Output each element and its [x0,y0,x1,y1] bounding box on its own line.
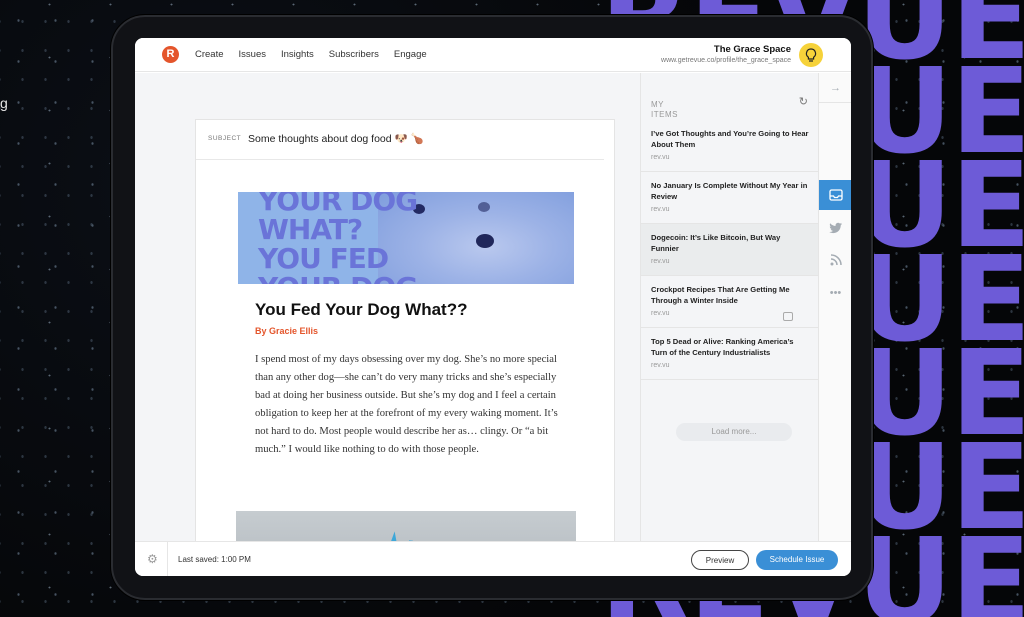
subject-row[interactable]: SUBJECT Some thoughts about dog food 🐶 🍗 [196,120,604,160]
list-item[interactable]: Dogecoin: It’s Like Bitcoin, But Way Fun… [641,224,819,276]
stage: REVUE REVUE REVUE REVUE REVUE REVUE REVU… [0,0,1024,617]
item-title: I’ve Got Thoughts and You’re Going to He… [651,129,809,149]
item-title: Crockpot Recipes That Are Getting Me Thr… [651,285,790,305]
item-title: Top 5 Dead or Alive: Ranking America’s T… [651,337,794,357]
lightbulb-icon[interactable] [799,43,823,67]
list-item[interactable]: Crockpot Recipes That Are Getting Me Thr… [641,276,819,328]
gear-icon[interactable]: ⚙ [147,552,158,566]
article-byline[interactable]: By Gracie Ellis [255,326,318,336]
nav-engage[interactable]: Engage [394,38,427,72]
item-source: rev.vu [651,362,670,369]
hero-line: YOU FED [258,242,389,275]
item-title: No January Is Complete Without My Year i… [651,181,808,201]
subject-label: SUBJECT [208,135,242,142]
edge-text-fragment: g [0,95,8,111]
bottom-bar: ⚙ Last saved: 1:00 PM Preview Schedule I… [135,541,851,576]
list-item[interactable]: Top 5 Dead or Alive: Ranking America’s T… [641,328,819,380]
hero-line: YOUR DOG [258,273,418,284]
nav-insights[interactable]: Insights [281,38,314,72]
my-items-heading: MY ITEMS [651,100,678,119]
article-body[interactable]: I spend most of my days obsessing over m… [255,351,567,459]
revue-logo[interactable]: R [162,46,179,63]
schedule-issue-button[interactable]: Schedule Issue [756,550,838,570]
hero-line: YOUR DOG [258,192,418,217]
load-more-button[interactable]: Load more... [676,423,792,441]
inbox-icon[interactable] [819,180,851,210]
dog-nose [476,234,494,248]
hero-line: WHAT? [258,213,363,246]
hero-image[interactable]: YOUR DOG WHAT? YOU FED YOUR DOG [238,192,574,284]
preview-button[interactable]: Preview [691,550,749,570]
article-title[interactable]: You Fed Your Dog What?? [255,300,467,320]
divider [167,542,168,576]
add-to-issue-icon[interactable] [783,312,793,321]
top-nav-bar: R Create Issues Insights Subscribers Eng… [135,38,851,72]
subject-input[interactable]: Some thoughts about dog food 🐶 🍗 [248,132,424,145]
my-items-panel: MY ITEMS ↻ I’ve Got Thoughts and You’re … [640,73,819,541]
more-options-icon[interactable]: ••• [819,278,851,308]
rss-icon[interactable] [819,245,851,275]
item-source: rev.vu [651,154,670,161]
refresh-icon[interactable]: ↻ [799,95,808,108]
profile-name: The Grace Space [713,44,791,55]
app-screen: R Create Issues Insights Subscribers Eng… [135,38,851,576]
main-nav: Create Issues Insights Subscribers Engag… [195,38,442,72]
collapse-arrow-icon[interactable]: → [819,73,851,103]
item-source: rev.vu [651,258,670,265]
list-item[interactable]: I’ve Got Thoughts and You’re Going to He… [641,120,819,172]
second-image[interactable] [236,511,576,541]
nav-issues[interactable]: Issues [239,38,266,72]
nav-create[interactable]: Create [195,38,224,72]
nav-subscribers[interactable]: Subscribers [329,38,379,72]
profile-info[interactable]: The Grace Space www.getrevue.co/profile/… [661,44,791,64]
profile-url: www.getrevue.co/profile/the_grace_space [661,57,791,64]
twitter-icon[interactable] [819,213,851,243]
hero-headline: YOUR DOG WHAT? YOU FED YOUR DOG [258,192,418,284]
list-item[interactable]: No January Is Complete Without My Year i… [641,172,819,224]
issue-card: SUBJECT Some thoughts about dog food 🐶 🍗… [195,119,615,541]
item-title: Dogecoin: It’s Like Bitcoin, But Way Fun… [651,233,781,253]
editor-area: SUBJECT Some thoughts about dog food 🐶 🍗… [135,73,640,541]
last-saved-status: Last saved: 1:00 PM [178,555,251,564]
items-list: I’ve Got Thoughts and You’re Going to He… [641,120,819,380]
item-source: rev.vu [651,206,670,213]
source-icon-rail: → ••• [818,73,851,541]
dog-eye [478,202,490,212]
